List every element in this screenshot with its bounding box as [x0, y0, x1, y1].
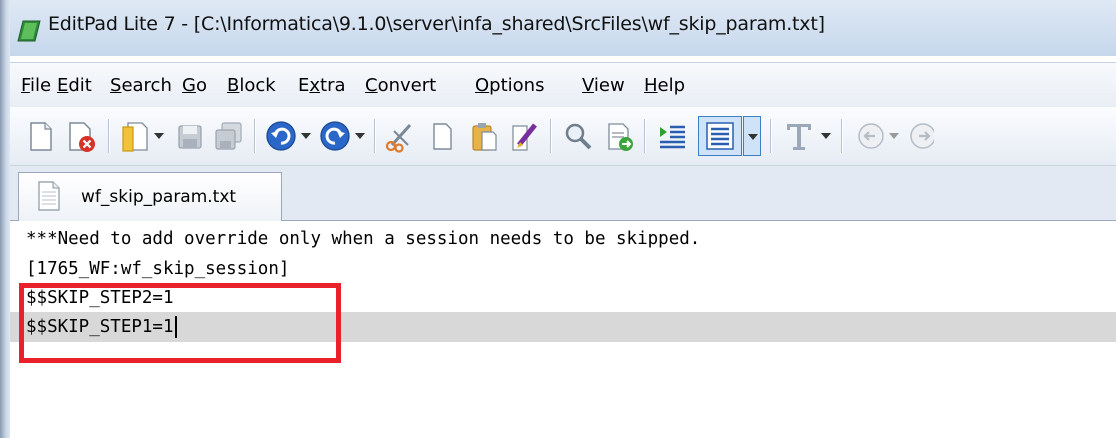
block-indent-icon[interactable] — [653, 117, 691, 155]
toolbar-separator — [254, 119, 256, 153]
open-dropdown-icon[interactable] — [153, 131, 165, 141]
menu-block[interactable]: Block — [227, 75, 276, 96]
chevron-down-icon — [748, 134, 758, 140]
back-dropdown-icon[interactable] — [888, 131, 900, 141]
redo-dropdown-icon[interactable] — [354, 131, 366, 141]
menu-search[interactable]: Search — [110, 75, 172, 96]
undo-dropdown-icon[interactable] — [300, 131, 312, 141]
save-all-icon[interactable] — [209, 117, 247, 155]
find-icon[interactable] — [559, 117, 597, 155]
undo-icon[interactable] — [262, 117, 300, 155]
toolbar-separator — [374, 119, 376, 153]
new-file-icon[interactable] — [21, 117, 59, 155]
menu-edit[interactable]: Edit — [57, 75, 92, 96]
back-icon[interactable] — [852, 117, 890, 155]
editor-line[interactable]: ***Need to add override only when a sess… — [26, 224, 700, 254]
menu-bar: File Edit Search Go Block Extra Convert … — [10, 62, 1116, 108]
font-dropdown-icon[interactable] — [820, 131, 832, 141]
open-file-icon[interactable] — [116, 117, 154, 155]
font-icon[interactable] — [780, 117, 818, 155]
tab-wf-skip-param[interactable]: wf_skip_param.txt — [18, 172, 282, 221]
tab-bar: wf_skip_param.txt — [10, 166, 1116, 221]
forward-icon[interactable] — [904, 117, 934, 155]
annotation-highlight-box — [19, 283, 341, 363]
copy-icon[interactable] — [423, 117, 461, 155]
word-wrap-icon[interactable] — [698, 116, 742, 156]
toolbar-separator — [550, 119, 552, 153]
menu-file[interactable]: File — [21, 75, 51, 96]
replace-icon[interactable] — [600, 117, 638, 155]
editor-line[interactable]: [1765_WF:wf_skip_session] — [26, 254, 289, 284]
toolbar-separator — [841, 119, 843, 153]
paste-icon[interactable] — [465, 117, 503, 155]
save-icon[interactable] — [170, 117, 208, 155]
toolbar-separator — [644, 119, 646, 153]
redo-icon[interactable] — [316, 117, 354, 155]
tab-label: wf_skip_param.txt — [81, 187, 237, 207]
menu-go[interactable]: Go — [182, 75, 207, 96]
cut-icon[interactable] — [382, 117, 420, 155]
menu-convert[interactable]: Convert — [365, 75, 436, 96]
text-file-icon — [38, 181, 60, 211]
toolbar-separator — [770, 119, 772, 153]
menu-options[interactable]: Options — [475, 75, 544, 96]
clear-icon[interactable] — [505, 117, 543, 155]
menu-help[interactable]: Help — [644, 75, 685, 96]
menu-extra[interactable]: Extra — [298, 75, 346, 96]
word-wrap-dropdown[interactable] — [743, 116, 761, 156]
window-left-border — [0, 0, 10, 438]
toolbar-separator — [108, 119, 110, 153]
close-file-icon[interactable] — [62, 117, 100, 155]
editpad-app-icon — [17, 20, 41, 42]
menu-view[interactable]: View — [582, 75, 625, 96]
toolbar — [10, 107, 1116, 166]
window-title: EditPad Lite 7 - [C:\Informatica\9.1.0\s… — [48, 13, 825, 35]
